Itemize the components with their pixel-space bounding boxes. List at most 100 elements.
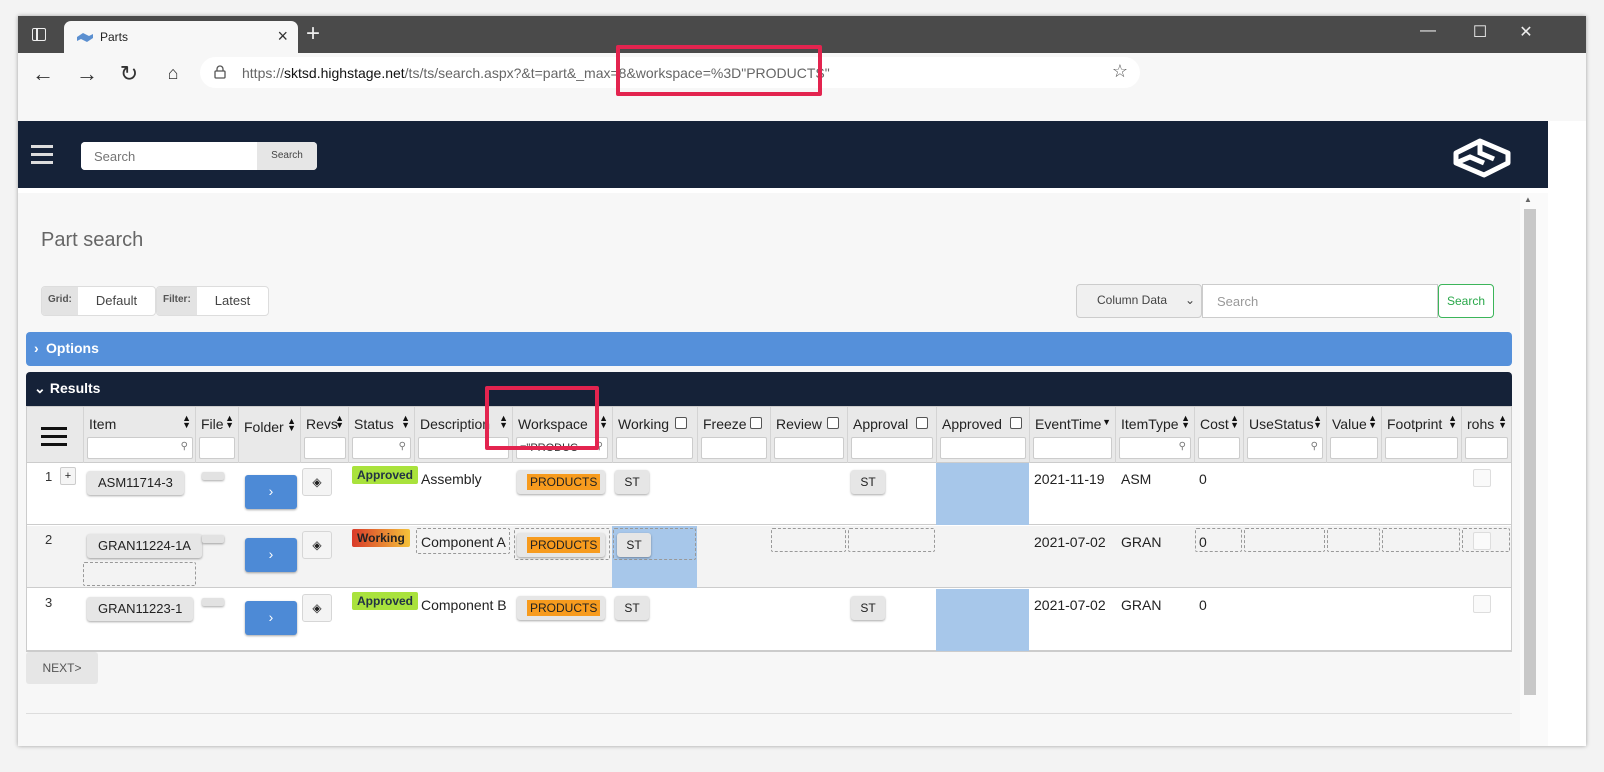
scrollbar-thumb[interactable] [1524,209,1536,695]
status-filter[interactable]: ⚲ [352,437,411,459]
revs-filter[interactable] [304,437,346,459]
column-folder[interactable]: Folder ▲ ▼ [238,407,300,463]
column-review[interactable]: Review [770,407,847,463]
freeze-filter[interactable] [701,437,767,459]
working-checkbox[interactable] [675,417,687,429]
column-working[interactable]: Working [612,407,697,463]
folder-button[interactable]: › [245,601,297,635]
working-filter[interactable] [616,437,693,459]
workspace-button[interactable]: PRODUCTS [517,470,605,494]
options-panel-toggle[interactable]: › Options [26,332,1512,366]
sort-icon[interactable]: ▲ ▼ [1368,414,1377,430]
back-icon[interactable]: ← [28,61,58,87]
forward-icon[interactable]: → [72,61,102,87]
usestatus-edit[interactable] [1244,528,1325,552]
approval-st-button[interactable]: ST [851,470,885,494]
close-window-button[interactable]: ✕ [1506,22,1546,42]
refresh-icon[interactable]: ↻ [114,61,144,87]
approved-filter[interactable] [940,437,1026,459]
usestatus-filter[interactable]: ⚲ [1247,437,1323,459]
rohs-checkbox[interactable] [1473,532,1491,550]
footprint-edit[interactable] [1382,528,1460,552]
tab-actions-icon[interactable] [28,25,50,45]
column-usestatus[interactable]: UseStatus ▲ ▼ ⚲ [1243,407,1326,463]
review-edit[interactable] [771,528,846,552]
sort-icon[interactable]: ▲ ▼ [401,414,410,430]
column-search-button[interactable]: Search [1438,284,1494,318]
approval-checkbox[interactable] [916,417,928,429]
scrollbar[interactable]: ▲ [1520,193,1548,746]
approved-checkbox[interactable] [1010,417,1022,429]
item-button[interactable]: ASM11714-3 [87,471,184,495]
revs-button[interactable]: ◈ [302,531,332,559]
freeze-checkbox[interactable] [750,417,762,429]
column-revs[interactable]: Revs ▲ ▼ [300,407,348,463]
tab-parts[interactable]: Parts × [64,21,298,53]
column-approval[interactable]: Approval [847,407,936,463]
rohs-filter[interactable] [1465,437,1508,459]
sort-icon[interactable]: ▲ ▼ [287,417,296,433]
column-search-input[interactable]: Search [1202,284,1438,318]
review-checkbox[interactable] [827,417,839,429]
value-filter[interactable] [1330,437,1378,459]
folder-button[interactable]: › [245,475,297,509]
header-search-button[interactable]: Search [257,142,317,170]
working-st-button[interactable]: ST [615,470,649,494]
grid-selector[interactable]: Grid: Default [41,286,157,316]
working-st-button[interactable]: ST [617,533,651,557]
header-search-input[interactable] [81,142,257,170]
revs-button[interactable]: ◈ [302,468,332,496]
review-filter[interactable] [774,437,844,459]
sort-icon[interactable]: ▲ ▼ [335,414,344,430]
scroll-up-icon[interactable]: ▲ [1524,195,1532,204]
column-itemtype[interactable]: ItemType ▲ ▼ ⚲ [1115,407,1194,463]
cost-filter[interactable] [1198,437,1240,459]
column-item[interactable]: Item ▲ ▼ ⚲ [83,407,195,463]
expand-row-button[interactable]: + [60,467,76,485]
workspace-button[interactable]: PRODUCTS [517,533,605,557]
sort-icon[interactable]: ▲ ▼ [182,414,191,430]
rohs-checkbox[interactable] [1473,469,1491,487]
folder-button[interactable]: › [245,538,297,572]
sort-icon[interactable]: ▲ ▼ [599,414,608,430]
file-filter[interactable] [199,437,235,459]
file-button[interactable] [202,535,224,543]
results-panel-toggle[interactable]: ⌄ Results [26,372,1512,406]
minimize-button[interactable]: — [1408,22,1448,40]
tab-close-icon[interactable]: × [277,26,288,47]
column-approved[interactable]: Approved [936,407,1029,463]
sort-icon[interactable]: ▲ ▼ [1498,414,1507,430]
footprint-filter[interactable] [1385,437,1458,459]
column-eventtime[interactable]: EventTime ▼ [1029,407,1115,463]
item-button[interactable]: GRAN11223-1 [87,597,194,621]
working-st-button[interactable]: ST [615,596,649,620]
column-data-select[interactable]: Column Data ⌄ [1076,284,1202,318]
workspace-button[interactable]: PRODUCTS [517,596,605,620]
favorites-icon[interactable]: ☆ [1112,61,1128,82]
column-rohs[interactable]: rohs ▲ ▼ [1461,407,1511,463]
grid-menu-icon[interactable] [41,427,67,449]
filter-selector[interactable]: Filter: Latest [156,286,270,316]
approval-filter[interactable] [851,437,933,459]
sort-icon[interactable]: ▲ ▼ [1181,414,1190,430]
item-filter[interactable]: ⚲ [87,437,193,459]
new-tab-button[interactable]: + [306,20,320,48]
item-button[interactable]: GRAN11224-1A [87,534,202,558]
column-file[interactable]: File ▲ ▼ [195,407,238,463]
sort-icon[interactable]: ▲ ▼ [1313,414,1322,430]
column-value[interactable]: Value ▲ ▼ [1326,407,1381,463]
sort-icon[interactable]: ▲ ▼ [1230,414,1239,430]
value-edit[interactable] [1327,528,1380,552]
column-freeze[interactable]: Freeze [697,407,770,463]
sort-icon[interactable]: ▲ ▼ [225,414,234,430]
menu-icon[interactable] [31,145,53,165]
column-cost[interactable]: Cost ▲ ▼ [1194,407,1243,463]
sort-icon[interactable]: ▲ ▼ [1448,414,1457,430]
rohs-checkbox[interactable] [1473,595,1491,613]
maximize-button[interactable]: ☐ [1460,22,1500,42]
itemtype-filter[interactable]: ⚲ [1119,437,1191,459]
column-footprint[interactable]: Footprint ▲ ▼ [1381,407,1461,463]
column-status[interactable]: Status ▲ ▼ ⚲ [348,407,414,463]
edit-field[interactable] [83,562,196,586]
approval-st-button[interactable]: ST [851,596,885,620]
